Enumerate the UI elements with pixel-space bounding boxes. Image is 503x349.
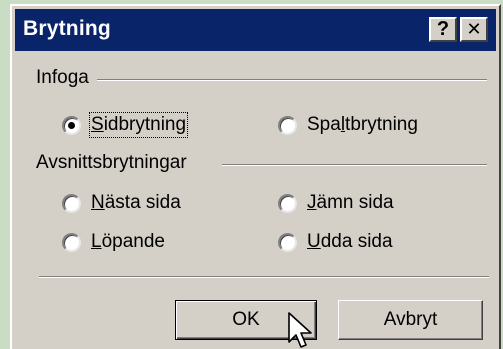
radio-label-jamn-sida: Jämn sida xyxy=(307,192,394,213)
label-rest-sidbrytning: idbrytning xyxy=(103,114,187,135)
insert-group-heading: Infoga xyxy=(36,67,97,89)
radio-nasta-sida[interactable]: Nästa sida xyxy=(62,192,181,214)
radio-lopande[interactable]: Löpande xyxy=(62,231,165,253)
radio-unselected-icon[interactable] xyxy=(278,232,297,252)
radio-unselected-icon[interactable] xyxy=(62,193,81,213)
radio-jamn-sida[interactable]: Jämn sida xyxy=(278,192,394,214)
radio-spaltbrytning[interactable]: Spaltbrytning xyxy=(278,114,418,136)
title-bar[interactable]: Brytning ? ✕ xyxy=(15,9,496,51)
cancel-button[interactable]: Avbryt xyxy=(338,300,483,340)
button-divider xyxy=(39,276,489,278)
help-button[interactable]: ? xyxy=(429,17,457,42)
radio-sidbrytning[interactable]: Sidbrytning xyxy=(62,112,189,138)
radio-label-udda-sida: Udda sida xyxy=(307,231,393,252)
radio-label-lopande: Löpande xyxy=(91,231,165,252)
radio-udda-sida[interactable]: Udda sida xyxy=(278,231,393,253)
close-button[interactable]: ✕ xyxy=(460,17,488,42)
radio-unselected-icon[interactable] xyxy=(278,193,297,213)
screen: Brytning ? ✕ Infoga Sidbrytning Spaltbry… xyxy=(0,0,503,349)
radio-unselected-icon[interactable] xyxy=(62,232,81,252)
radio-unselected-icon[interactable] xyxy=(278,115,297,135)
insert-group-line xyxy=(97,79,487,81)
mouse-pointer-icon xyxy=(288,312,312,348)
radio-label-sidbrytning: Sidbrytning xyxy=(88,112,189,138)
break-dialog: Brytning ? ✕ Infoga Sidbrytning Spaltbry… xyxy=(10,4,501,349)
radio-selected-icon[interactable] xyxy=(62,115,81,135)
section-group-heading: Avsnittsbrytningar xyxy=(36,152,195,174)
section-group-line xyxy=(222,164,487,166)
mnemonic-s: S xyxy=(91,114,104,135)
close-icon: ✕ xyxy=(466,19,482,39)
radio-label-spaltbrytning: Spaltbrytning xyxy=(307,114,418,135)
radio-label-nasta-sida: Nästa sida xyxy=(91,192,181,213)
dialog-title: Brytning xyxy=(23,17,111,40)
